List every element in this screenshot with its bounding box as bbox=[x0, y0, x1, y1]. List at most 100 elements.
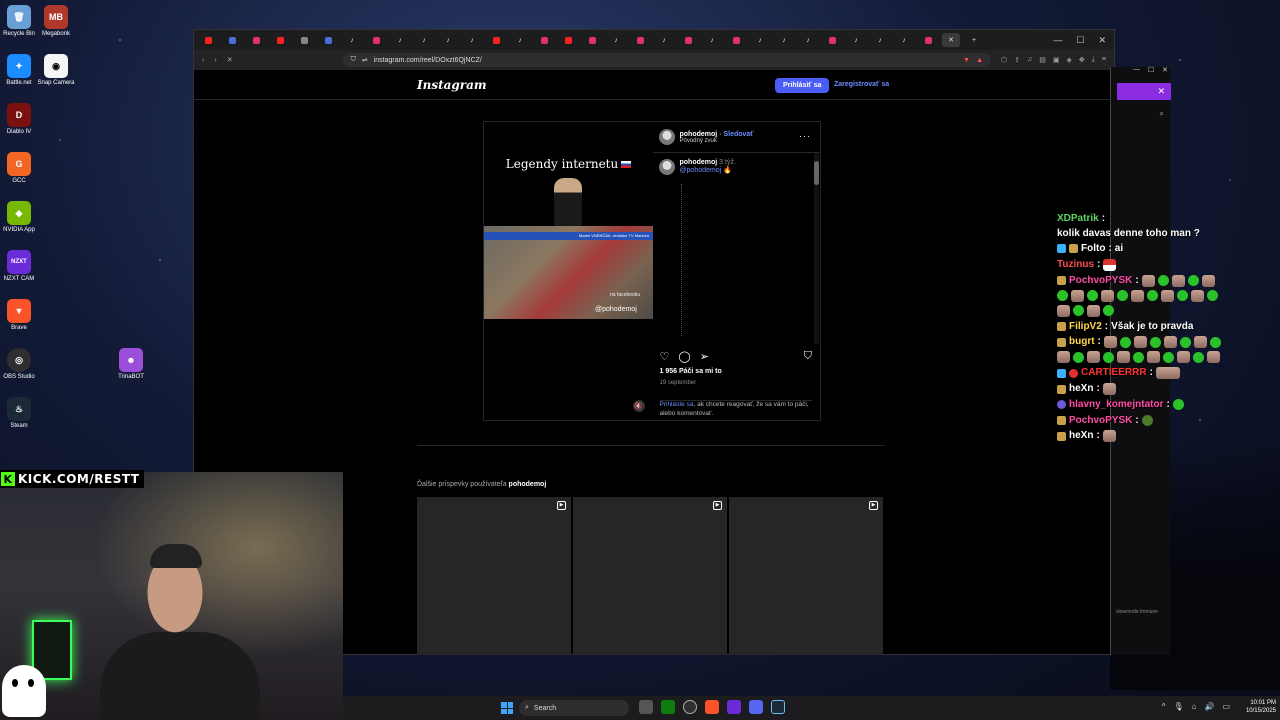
tab-tiktok[interactable]: ♪ bbox=[438, 33, 458, 47]
brave-shields-icon[interactable]: ▼ bbox=[963, 57, 970, 64]
brave-icon[interactable] bbox=[705, 700, 719, 714]
instagram-logo[interactable]: Instagram bbox=[417, 78, 487, 92]
tab-tiktok[interactable]: ♪ bbox=[846, 33, 866, 47]
tab-tiktok[interactable]: ♪ bbox=[510, 33, 530, 47]
tab-tiktok[interactable]: ♪ bbox=[462, 33, 482, 47]
comment-mention[interactable]: @pohodemoj bbox=[680, 167, 722, 174]
likes-count[interactable]: 1 956 Páči sa mi to bbox=[660, 368, 722, 375]
tab-instagram[interactable] bbox=[822, 33, 842, 47]
back-icon[interactable]: ‹ bbox=[202, 57, 204, 64]
close-icon[interactable]: ✕ bbox=[1098, 35, 1106, 46]
login-prompt-link[interactable]: Prihláste sa bbox=[660, 401, 694, 408]
tab-tiktok[interactable]: ♪ bbox=[894, 33, 914, 47]
desktop-icon-gcc[interactable]: G GCC bbox=[0, 152, 41, 184]
discord-icon[interactable] bbox=[749, 700, 763, 714]
extension-icon[interactable]: ⬡ bbox=[1001, 56, 1007, 64]
tab-tiktok[interactable]: ♪ bbox=[750, 33, 770, 47]
menu-icon[interactable]: ≡ bbox=[1102, 56, 1106, 64]
battery-icon[interactable]: ▭ bbox=[1222, 702, 1230, 711]
tab-instagram[interactable] bbox=[918, 33, 938, 47]
wallet-icon[interactable]: ▣ bbox=[1053, 56, 1060, 64]
tab-instagram[interactable] bbox=[630, 33, 650, 47]
microphone-icon[interactable]: 🎙 bbox=[1173, 702, 1183, 711]
desktop-icon-nvidia[interactable]: ◆ NVIDIA App bbox=[0, 201, 41, 233]
desktop-icon-megabonk[interactable]: MB Megabonk bbox=[34, 5, 78, 37]
comment-bubble-icon[interactable]: ◯ bbox=[678, 350, 690, 363]
tab-tiktok[interactable]: ♪ bbox=[390, 33, 410, 47]
site-info-icon[interactable]: ⇌ bbox=[362, 56, 368, 64]
taskbar-clock[interactable]: 10:01 PM 10/15/2025 bbox=[1246, 699, 1276, 716]
windows-start-icon[interactable] bbox=[501, 702, 513, 714]
tab-instagram[interactable] bbox=[366, 33, 386, 47]
forward-icon[interactable]: › bbox=[214, 57, 216, 64]
tab-youtube[interactable] bbox=[558, 33, 578, 47]
more-posts-user[interactable]: pohodemoj bbox=[509, 481, 547, 488]
follow-button[interactable]: Sledovať bbox=[723, 131, 753, 138]
url-field[interactable]: ⛉ ⇌ instagram.com/reel/DOxzt6QjNCZ/ ▼ ▲ bbox=[342, 53, 992, 67]
tab-instagram[interactable] bbox=[678, 33, 698, 47]
tab-generic[interactable] bbox=[294, 33, 314, 47]
tab-tiktok[interactable]: ♪ bbox=[774, 33, 794, 47]
tab-instagram[interactable] bbox=[582, 33, 602, 47]
tab-generic[interactable] bbox=[318, 33, 338, 47]
tab-tiktok[interactable]: ♪ bbox=[606, 33, 626, 47]
chevron-up-icon[interactable]: ^ bbox=[1162, 702, 1166, 711]
minimize-icon[interactable]: — bbox=[1133, 66, 1140, 74]
mute-icon[interactable]: 🔇 bbox=[632, 400, 645, 412]
desktop-icon-nzxt[interactable]: NZXT NZXT CAM bbox=[0, 250, 41, 282]
nzxt-icon[interactable] bbox=[727, 700, 741, 714]
close-icon[interactable]: ✕ bbox=[1162, 66, 1168, 74]
share-icon[interactable]: ⇪ bbox=[1014, 56, 1020, 64]
xbox-icon[interactable] bbox=[661, 700, 675, 714]
new-tab-button[interactable]: + bbox=[964, 33, 984, 47]
download-icon[interactable]: ⤓ bbox=[1092, 56, 1095, 64]
minimize-icon[interactable]: — bbox=[1053, 35, 1062, 46]
post-username[interactable]: pohodemoj bbox=[680, 131, 718, 138]
volume-icon[interactable]: 🔊 bbox=[1204, 702, 1214, 711]
comments-scrollbar[interactable] bbox=[814, 153, 819, 344]
save-bookmark-icon[interactable]: ⛉ bbox=[804, 350, 812, 363]
grid-post[interactable]: ▶ bbox=[729, 497, 883, 655]
login-button[interactable]: Prihlásiť sa bbox=[775, 78, 830, 93]
share-send-icon[interactable]: ➢ bbox=[700, 350, 709, 363]
more-options-icon[interactable]: ··· bbox=[799, 131, 811, 141]
network-icon[interactable]: ⌂ bbox=[1192, 702, 1197, 711]
search-icon[interactable]: ⌕ bbox=[1160, 109, 1164, 119]
desktop-icon-diablo[interactable]: D Diablo IV bbox=[0, 103, 41, 135]
tab-tiktok[interactable]: ♪ bbox=[342, 33, 362, 47]
scrollbar-thumb[interactable] bbox=[814, 161, 819, 185]
tab-instagram[interactable] bbox=[246, 33, 266, 47]
task-view-icon[interactable] bbox=[639, 700, 653, 714]
obs-icon[interactable] bbox=[683, 700, 697, 714]
grid-post[interactable]: ▶ bbox=[417, 497, 571, 655]
vpn-icon[interactable]: ◈ bbox=[1067, 56, 1072, 64]
tab-tiktok[interactable]: ♪ bbox=[870, 33, 890, 47]
maximize-icon[interactable]: ☐ bbox=[1076, 35, 1084, 46]
audio-label[interactable]: Pôvodný zvuk bbox=[680, 138, 754, 144]
taskbar-search[interactable]: ⌕ Search bbox=[519, 700, 629, 716]
desktop-icon-trinabot[interactable]: ☻ TrinaBOT bbox=[109, 348, 153, 380]
close-icon[interactable]: ✕ bbox=[1157, 86, 1165, 97]
tab-instagram[interactable] bbox=[534, 33, 554, 47]
puzzle-icon[interactable]: ✥ bbox=[1079, 56, 1085, 64]
register-link[interactable]: Zaregistrovať sa bbox=[834, 81, 889, 88]
desktop-icon-obs[interactable]: ◎ OBS Studio bbox=[0, 348, 41, 380]
grid-post[interactable]: ▶ bbox=[573, 497, 727, 655]
tab-tiktok[interactable]: ♪ bbox=[798, 33, 818, 47]
tab-tiktok[interactable]: ♪ bbox=[702, 33, 722, 47]
desktop-icon-brave[interactable]: ▼ Brave bbox=[0, 299, 41, 331]
avatar[interactable] bbox=[658, 159, 675, 175]
bookmark-icon[interactable]: ⛉ bbox=[351, 56, 356, 64]
music-icon[interactable]: ♫ bbox=[1027, 56, 1032, 64]
tab-instagram[interactable] bbox=[726, 33, 746, 47]
avatar[interactable] bbox=[658, 129, 675, 145]
comment-username[interactable]: pohodemoj bbox=[680, 159, 718, 166]
tab-youtube[interactable] bbox=[270, 33, 290, 47]
tab-tiktok[interactable]: ♪ bbox=[654, 33, 674, 47]
tab-youtube[interactable] bbox=[486, 33, 506, 47]
stop-loading-icon[interactable]: ✕ bbox=[227, 56, 233, 64]
brave-rewards-icon[interactable]: ▲ bbox=[976, 57, 983, 64]
tab-active-close[interactable]: ✕ bbox=[942, 33, 960, 47]
reel-video[interactable]: Legendy internetu Marek VNENČÁK, redakto… bbox=[484, 122, 653, 420]
desktop-icon-snap-camera[interactable]: ◉ Snap Camera bbox=[34, 54, 78, 86]
